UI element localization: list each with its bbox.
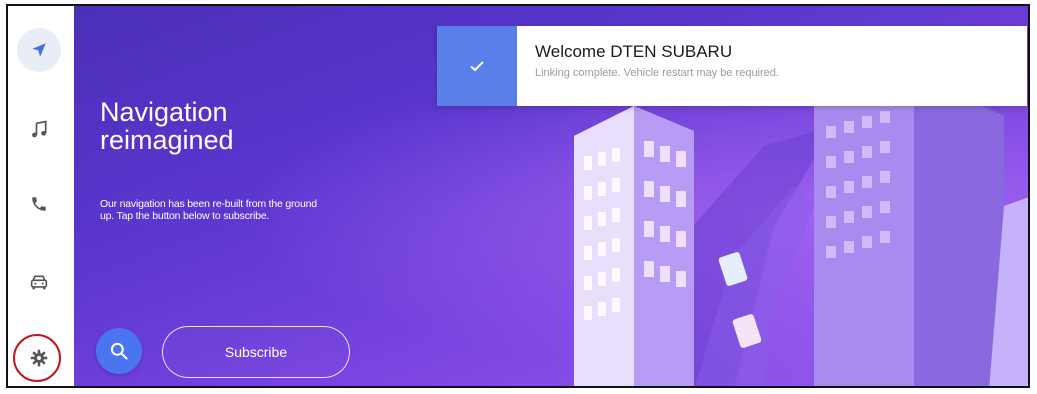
sidebar-item-settings[interactable] bbox=[17, 336, 61, 380]
hero-title: Navigation reimagined bbox=[100, 98, 300, 154]
sidebar-item-phone[interactable] bbox=[17, 182, 61, 226]
welcome-toast: Welcome DTEN SUBARU Linking complete. Ve… bbox=[437, 26, 1027, 106]
phone-icon bbox=[32, 197, 46, 211]
sidebar-item-navigation[interactable] bbox=[17, 28, 61, 72]
hero-title-line2: reimagined bbox=[100, 125, 234, 155]
toast-message: Linking complete. Vehicle restart may be… bbox=[535, 67, 779, 79]
hero-description: Our navigation has been re-built from th… bbox=[100, 198, 317, 222]
sidebar-item-vehicle[interactable] bbox=[17, 260, 61, 304]
sidebar bbox=[8, 6, 75, 386]
music-note-icon bbox=[32, 120, 47, 138]
search-icon bbox=[110, 342, 128, 360]
car-icon bbox=[30, 275, 48, 290]
toast-title: Welcome DTEN SUBARU bbox=[535, 42, 733, 61]
hero-title-line1: Navigation bbox=[100, 97, 228, 127]
navigation-arrow-icon bbox=[32, 43, 46, 57]
toast-status bbox=[437, 26, 517, 106]
settings-gear-icon bbox=[30, 349, 48, 367]
subscribe-button[interactable]: Subscribe bbox=[162, 326, 350, 378]
check-icon bbox=[470, 61, 484, 72]
app-frame: Navigation reimagined Our navigation has… bbox=[6, 4, 1030, 388]
sidebar-item-music[interactable] bbox=[17, 108, 61, 152]
toast-body: Welcome DTEN SUBARU Linking complete. Ve… bbox=[517, 26, 779, 106]
search-button[interactable] bbox=[96, 328, 142, 374]
